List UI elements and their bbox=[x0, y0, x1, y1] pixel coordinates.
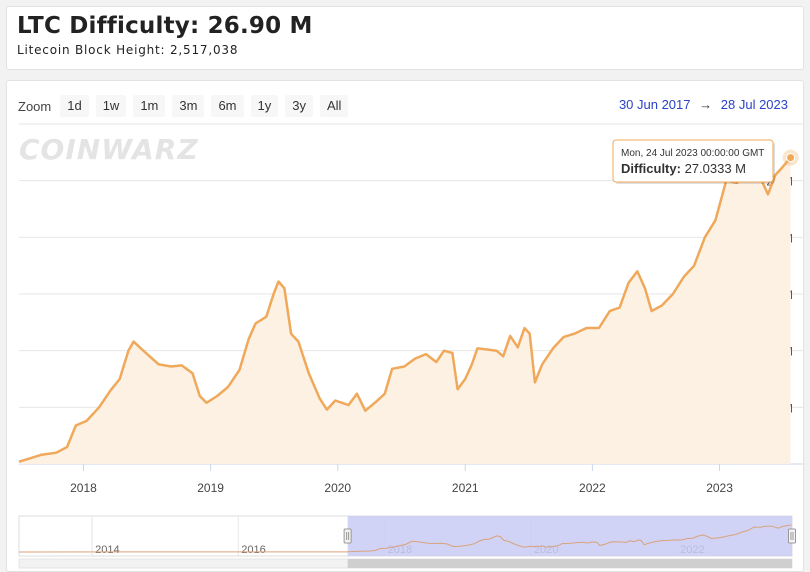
navigator-handle-right[interactable] bbox=[788, 528, 796, 544]
x-tick-label: 2020 bbox=[324, 481, 351, 495]
range-to-date[interactable]: 28 Jul 2023 bbox=[721, 97, 788, 112]
x-tick-label: 2018 bbox=[70, 481, 97, 495]
zoom-button-3y[interactable]: 3y bbox=[285, 95, 313, 117]
zoom-button-all[interactable]: All bbox=[319, 95, 349, 117]
zoom-button-6m[interactable]: 6m bbox=[211, 95, 244, 117]
chart-card: COINWARZ5 M10 M15 M20 M25 M2018201920202… bbox=[6, 80, 804, 572]
zoom-button-1m[interactable]: 1m bbox=[133, 95, 166, 117]
zoom-button-1w[interactable]: 1w bbox=[95, 95, 127, 117]
navigator-handle-left[interactable] bbox=[343, 528, 352, 544]
hover-marker-point[interactable] bbox=[786, 153, 796, 163]
zoom-label: Zoom bbox=[18, 98, 52, 114]
x-tick-label: 2022 bbox=[579, 481, 606, 495]
x-tick-label: 2021 bbox=[452, 481, 479, 495]
navigator-tick-label: 2016 bbox=[241, 544, 265, 556]
zoom-button-1y[interactable]: 1y bbox=[250, 95, 279, 117]
page-title: LTC Difficulty: 26.90 M bbox=[17, 13, 313, 39]
navigator-tick-label: 2014 bbox=[95, 544, 119, 556]
tooltip-value: Difficulty: 27.0333 M bbox=[621, 161, 746, 176]
header-card: LTC Difficulty: 26.90 M Litecoin Block H… bbox=[6, 6, 804, 70]
block-height-subtitle: Litecoin Block Height: 2,517,038 bbox=[17, 43, 239, 57]
tooltip-date: Mon, 24 Jul 2023 00:00:00 GMT bbox=[621, 148, 764, 159]
coinwarz-watermark-logo: COINWARZ bbox=[19, 133, 199, 166]
x-tick-label: 2019 bbox=[197, 481, 224, 495]
zoom-button-3m[interactable]: 3m bbox=[172, 95, 205, 117]
zoom-button-1d[interactable]: 1d bbox=[60, 95, 89, 117]
difficulty-chart[interactable]: COINWARZ5 M10 M15 M20 M25 M2018201920202… bbox=[7, 81, 804, 572]
date-range: 30 Jun 2017 → 28 Jul 2023 bbox=[619, 97, 788, 112]
x-tick-label: 2023 bbox=[706, 481, 733, 495]
range-arrow-icon: → bbox=[699, 97, 713, 112]
zoom-bar: Zoom 1d 1w 1m 3m 6m 1y 3y All bbox=[18, 95, 355, 117]
navigator-selection-mask[interactable] bbox=[347, 516, 792, 556]
range-from-date[interactable]: 30 Jun 2017 bbox=[619, 97, 691, 112]
series-area-fill bbox=[19, 157, 791, 464]
